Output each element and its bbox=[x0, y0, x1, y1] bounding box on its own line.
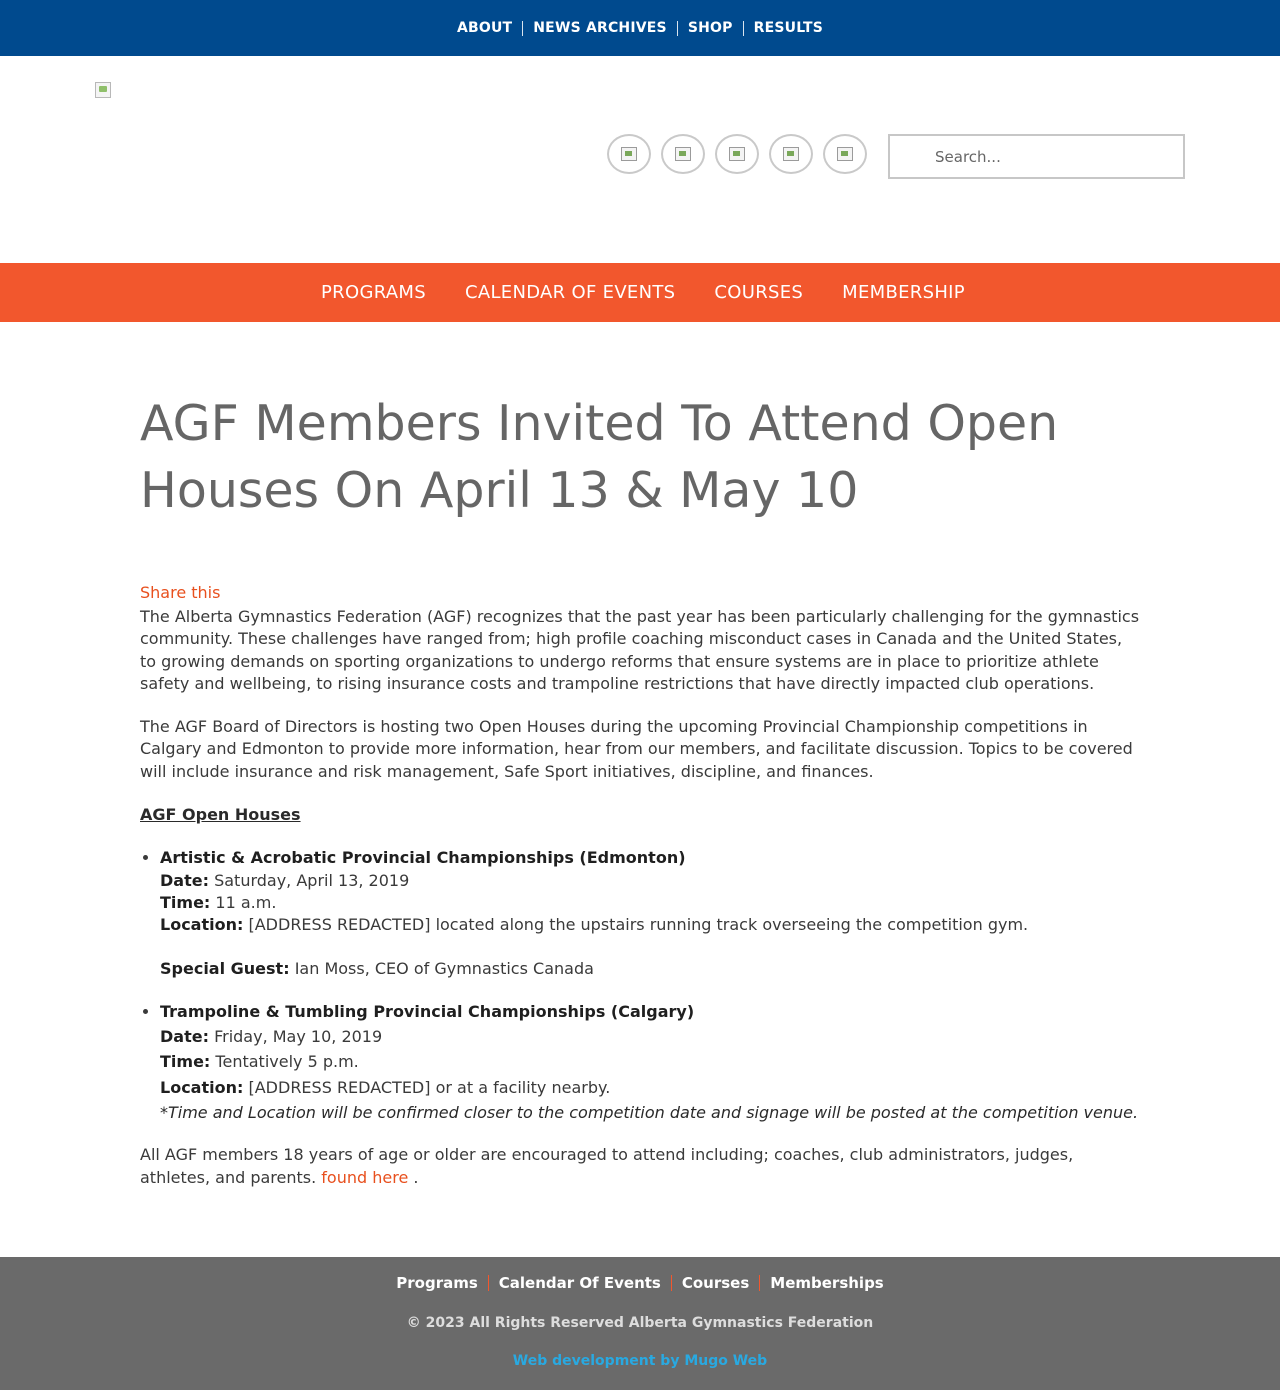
event-title: Trampoline & Tumbling Provincial Champio… bbox=[160, 1001, 695, 1021]
social-link-3[interactable] bbox=[715, 134, 759, 174]
event-location-label: Location: bbox=[160, 1077, 244, 1097]
events-list: Artistic & Acrobatic Provincial Champion… bbox=[140, 847, 1140, 1124]
footer-nav-courses[interactable]: Courses bbox=[672, 1274, 759, 1292]
event-date: Saturday, April 13, 2019 bbox=[214, 870, 410, 890]
event-date-label: Date: bbox=[160, 1027, 209, 1047]
footer-nav-calendar-of-events[interactable]: Calendar Of Events bbox=[489, 1274, 671, 1292]
event-time-row: Time: Tentatively 5 p.m. bbox=[160, 1051, 1140, 1073]
event-time-label: Time: bbox=[160, 892, 211, 912]
social-link-1[interactable] bbox=[607, 134, 651, 174]
social-link-4[interactable] bbox=[769, 134, 813, 174]
closing-period: . bbox=[413, 1167, 419, 1187]
event-item-edmonton: Artistic & Acrobatic Provincial Champion… bbox=[160, 847, 1140, 1000]
event-location-row: Location: [ADDRESS REDACTED] located alo… bbox=[160, 914, 1140, 936]
broken-image-icon bbox=[675, 147, 691, 161]
event-date: Friday, May 10, 2019 bbox=[214, 1027, 383, 1047]
section-heading: AGF Open Houses bbox=[140, 805, 301, 825]
top-nav-divider bbox=[522, 20, 524, 36]
top-nav-divider bbox=[742, 20, 744, 36]
footer: Programs Calendar Of Events Courses Memb… bbox=[0, 1257, 1280, 1390]
event-date-row: Date: Friday, May 10, 2019 bbox=[160, 1026, 1140, 1048]
broken-image-icon bbox=[621, 147, 637, 161]
social-link-5[interactable] bbox=[823, 134, 867, 174]
event-note: *Time and Location will be confirmed clo… bbox=[160, 1103, 1139, 1123]
event-date-label: Date: bbox=[160, 870, 209, 890]
article-title: AGF Members Invited To Attend Open House… bbox=[140, 395, 1059, 519]
social-links bbox=[607, 134, 867, 174]
broken-image-icon bbox=[729, 147, 745, 161]
event-guest-row: Special Guest: Ian Moss, CEO of Gymnasti… bbox=[160, 958, 1140, 980]
top-nav-shop[interactable]: SHOP bbox=[678, 20, 743, 36]
event-location: [ADDRESS REDACTED] or at a facility near… bbox=[248, 1077, 611, 1097]
article-paragraph: The Alberta Gymnastics Federation (AGF) … bbox=[140, 607, 1140, 693]
top-nav-results[interactable]: RESULTS bbox=[744, 20, 833, 36]
event-location: [ADDRESS REDACTED] located along the ups… bbox=[248, 915, 1029, 935]
event-item-calgary: Trampoline & Tumbling Provincial Champio… bbox=[160, 1001, 1140, 1124]
event-time: Tentatively 5 p.m. bbox=[215, 1052, 359, 1072]
found-here-link[interactable]: found here bbox=[321, 1168, 408, 1187]
event-title: Artistic & Acrobatic Provincial Champion… bbox=[160, 848, 686, 868]
main-nav: PROGRAMS CALENDAR OF EVENTS COURSES MEMB… bbox=[0, 263, 1280, 322]
event-time: 11 a.m. bbox=[215, 892, 277, 912]
main-nav-programs[interactable]: PROGRAMS bbox=[321, 282, 426, 303]
event-location-row: Location: [ADDRESS REDACTED] or at a fac… bbox=[160, 1077, 1140, 1099]
event-guest: Ian Moss, CEO of Gymnastics Canada bbox=[294, 958, 594, 978]
closing-text: All AGF members 18 years of age or older… bbox=[140, 1145, 1074, 1187]
broken-image-icon bbox=[837, 147, 853, 161]
footer-nav-programs[interactable]: Programs bbox=[386, 1274, 488, 1292]
main-nav-calendar-of-events[interactable]: CALENDAR OF EVENTS bbox=[465, 282, 675, 303]
event-guest-label: Special Guest: bbox=[160, 958, 290, 978]
social-link-2[interactable] bbox=[661, 134, 705, 174]
credit-link[interactable]: Web development by Mugo Web bbox=[513, 1353, 767, 1369]
top-nav-divider bbox=[676, 20, 678, 36]
main-nav-membership[interactable]: MEMBERSHIP bbox=[842, 282, 965, 303]
event-location-label: Location: bbox=[160, 915, 244, 935]
article-body: The Alberta Gymnastics Federation (AGF) … bbox=[140, 606, 1140, 1210]
event-time-row: Time: 11 a.m. bbox=[160, 892, 1140, 914]
search-box bbox=[888, 134, 1185, 179]
footer-nav: Programs Calendar Of Events Courses Memb… bbox=[0, 1274, 1280, 1292]
top-nav-news-archives[interactable]: NEWS ARCHIVES bbox=[523, 20, 677, 36]
share-this-link[interactable]: Share this bbox=[140, 583, 220, 602]
event-time-label: Time: bbox=[160, 1052, 211, 1072]
top-nav-about[interactable]: ABOUT bbox=[447, 20, 522, 36]
main-nav-courses[interactable]: COURSES bbox=[714, 282, 803, 303]
event-date-row: Date: Saturday, April 13, 2019 bbox=[160, 870, 1140, 892]
footer-nav-memberships[interactable]: Memberships bbox=[760, 1274, 893, 1292]
search-input[interactable] bbox=[890, 136, 1183, 177]
top-nav-bar: ABOUT NEWS ARCHIVES SHOP RESULTS bbox=[0, 0, 1280, 56]
broken-image-icon bbox=[783, 147, 799, 161]
article-paragraph: The AGF Board of Directors is hosting tw… bbox=[140, 717, 1133, 781]
closing-paragraph: All AGF members 18 years of age or older… bbox=[140, 1144, 1140, 1189]
credit-line: Web development by Mugo Web bbox=[0, 1353, 1280, 1369]
site-logo-broken-image-icon[interactable] bbox=[95, 82, 111, 98]
copyright-text: © 2023 All Rights Reserved Alberta Gymna… bbox=[406, 1315, 874, 1331]
